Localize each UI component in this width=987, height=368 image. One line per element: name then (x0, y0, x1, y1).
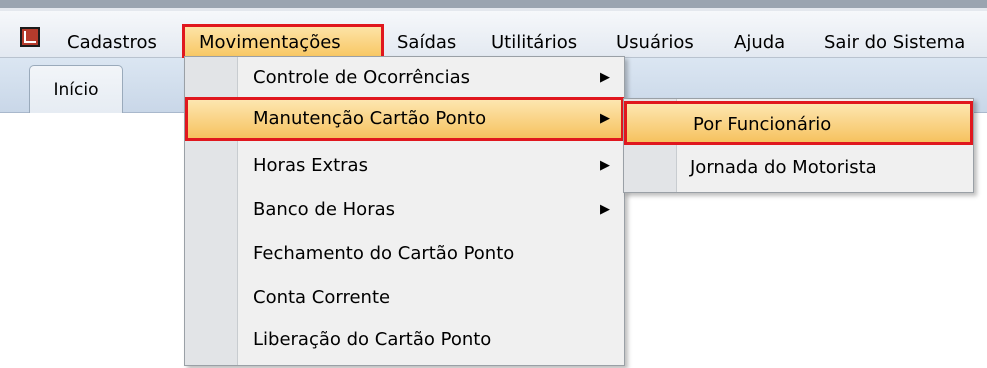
dropdown-item-label: Conta Corrente (253, 287, 391, 308)
dropdown-item-liberacao-cartao-ponto[interactable]: Liberação do Cartão Ponto (185, 321, 624, 359)
dropdown-item-conta-corrente[interactable]: Conta Corrente (185, 279, 624, 317)
tab-inicio[interactable]: Início (29, 65, 123, 113)
menu-saidas-label: Saídas (397, 32, 457, 53)
dropdown-item-fechamento-cartao-ponto[interactable]: Fechamento do Cartão Ponto (185, 235, 624, 273)
menu-ajuda[interactable]: Ajuda (734, 30, 785, 56)
app-logo-icon[interactable] (20, 27, 40, 47)
menu-utilitarios-label: Utilitários (491, 32, 578, 53)
menu-cadastros[interactable]: Cadastros (67, 30, 157, 56)
menu-ajuda-label: Ajuda (734, 32, 786, 53)
tab-inicio-label: Início (53, 80, 99, 100)
window-top-border (0, 0, 987, 8)
dropdown-item-label: Controle de Ocorrências (253, 67, 471, 88)
dropdown-item-controle-ocorrencias[interactable]: Controle de Ocorrências ▶ (185, 59, 624, 97)
movimentacoes-dropdown: Controle de Ocorrências ▶ Manutenção Car… (184, 56, 625, 366)
menu-movimentacoes[interactable]: Movimentações (199, 30, 341, 56)
menu-saidas[interactable]: Saídas (397, 30, 456, 56)
manutencao-submenu: Por Funcionário Jornada do Motorista (623, 98, 974, 193)
submenu-item-jornada-motorista[interactable]: Jornada do Motorista (624, 147, 973, 189)
submenu-item-label: Por Funcionário (693, 114, 832, 135)
submenu-arrow-icon: ▶ (600, 70, 610, 85)
submenu-arrow-icon: ▶ (600, 111, 610, 126)
submenu-arrow-icon: ▶ (600, 202, 610, 217)
menu-movimentacoes-label: Movimentações (199, 32, 341, 53)
submenu-arrow-icon: ▶ (600, 158, 610, 173)
menu-usuarios[interactable]: Usuários (616, 30, 694, 56)
dropdown-item-horas-extras[interactable]: Horas Extras ▶ (185, 147, 624, 185)
dropdown-item-label: Liberação do Cartão Ponto (253, 329, 492, 350)
dropdown-item-label: Banco de Horas (253, 199, 395, 220)
dropdown-item-banco-de-horas[interactable]: Banco de Horas ▶ (185, 191, 624, 229)
dropdown-item-manutencao-cartao-ponto[interactable]: Manutenção Cartão Ponto ▶ (185, 97, 624, 141)
submenu-item-label: Jornada do Motorista (690, 157, 877, 178)
dropdown-item-label: Horas Extras (253, 155, 368, 176)
dropdown-item-label: Manutenção Cartão Ponto (253, 108, 487, 129)
submenu-item-por-funcionario[interactable]: Por Funcionário (624, 101, 973, 145)
dropdown-item-label: Fechamento do Cartão Ponto (253, 243, 515, 264)
menu-bar: Cadastros Movimentações Saídas Utilitári… (0, 11, 987, 64)
menu-utilitarios[interactable]: Utilitários (491, 30, 577, 56)
menu-sair-do-sistema[interactable]: Sair do Sistema (824, 30, 965, 56)
menu-sair-label: Sair do Sistema (824, 32, 966, 53)
menu-cadastros-label: Cadastros (67, 32, 157, 53)
menu-usuarios-label: Usuários (616, 32, 694, 53)
